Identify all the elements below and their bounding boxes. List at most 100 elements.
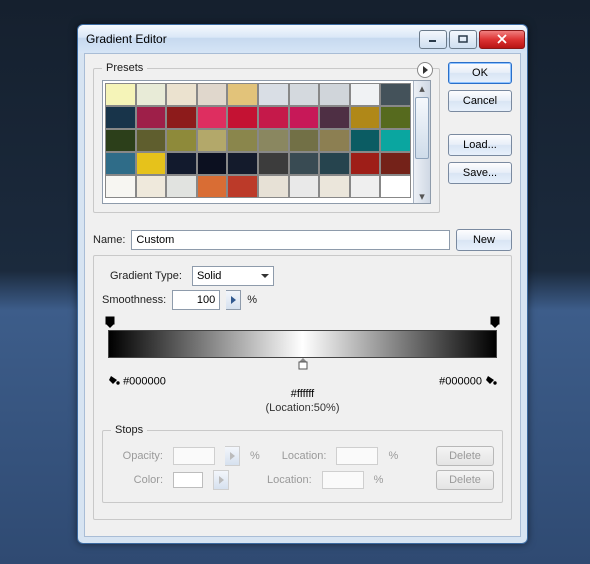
preset-swatch[interactable] [197,175,228,198]
preset-swatch[interactable] [258,175,289,198]
preset-swatch[interactable] [319,129,350,152]
opacity-stops-track[interactable] [102,316,503,330]
preset-swatch[interactable] [197,83,228,106]
preset-swatch[interactable] [227,106,258,129]
preset-swatch[interactable] [350,83,381,106]
preset-swatch[interactable] [197,106,228,129]
right-hex-label: #000000 [439,374,497,389]
preset-swatch[interactable] [380,129,411,152]
preset-swatch[interactable] [105,83,136,106]
delete-color-stop-button: Delete [436,470,494,490]
preset-swatch[interactable] [289,83,320,106]
opacity-label: Opacity: [111,450,163,462]
preset-swatch[interactable] [350,175,381,198]
presets-legend: Presets [102,62,147,74]
preset-swatch[interactable] [258,129,289,152]
preset-swatch[interactable] [136,175,167,198]
preset-swatch[interactable] [166,175,197,198]
preset-swatch[interactable] [319,106,350,129]
preset-swatch[interactable] [380,106,411,129]
preset-swatch[interactable] [166,106,197,129]
preset-swatch[interactable] [136,83,167,106]
color-location-label: Location: [267,474,312,486]
presets-scrollbar[interactable]: ▴ ▾ [413,81,430,203]
gradient-type-select[interactable]: Solid [192,266,274,286]
cancel-button[interactable]: Cancel [448,90,512,112]
preset-swatch[interactable] [289,175,320,198]
color-picker-button [213,470,229,490]
color-location-input [322,471,364,489]
smoothness-unit: % [247,294,257,306]
preset-swatch[interactable] [289,106,320,129]
window-title: Gradient Editor [86,32,417,46]
scroll-up-icon[interactable]: ▴ [414,81,430,95]
preset-swatch[interactable] [289,152,320,175]
preset-swatch[interactable] [136,152,167,175]
preset-swatch[interactable] [319,83,350,106]
preset-swatch[interactable] [197,129,228,152]
close-button[interactable] [479,30,525,49]
preset-swatch[interactable] [350,129,381,152]
preset-swatch[interactable] [166,83,197,106]
gradient-bar[interactable] [108,330,497,358]
titlebar[interactable]: Gradient Editor [78,25,527,53]
name-value: Custom [136,234,174,246]
preset-swatch[interactable] [350,106,381,129]
color-stop-mid[interactable] [298,358,308,373]
preset-swatch[interactable] [350,152,381,175]
preset-swatch[interactable] [227,129,258,152]
preset-swatch[interactable] [380,175,411,198]
opacity-stepper [225,446,240,466]
minimize-button[interactable] [419,30,447,49]
preset-swatch[interactable] [105,175,136,198]
chevron-right-icon [219,476,224,484]
preset-swatch[interactable] [258,83,289,106]
preset-swatch[interactable] [258,106,289,129]
presets-menu-button[interactable] [417,62,433,78]
preset-swatch[interactable] [227,152,258,175]
ok-button[interactable]: OK [448,62,512,84]
opacity-location-label: Location: [282,450,327,462]
maximize-button[interactable] [449,30,477,49]
opacity-stop-right[interactable] [490,316,500,328]
mid-location-label: (Location:50%) [266,402,340,414]
opacity-location-input [336,447,378,465]
preset-swatch[interactable] [380,83,411,106]
color-stops-track[interactable] [102,358,503,372]
preset-swatch[interactable] [166,129,197,152]
save-button[interactable]: Save... [448,162,512,184]
smoothness-stepper[interactable] [226,290,241,310]
preset-swatch[interactable] [105,129,136,152]
chevron-right-icon [231,296,236,304]
preset-swatch[interactable] [227,83,258,106]
preset-swatch[interactable] [105,152,136,175]
chevron-down-icon [261,274,269,278]
gradient-editor-area: #000000 #000000 #ffffff (Location:50%) [102,316,503,402]
preset-swatch[interactable] [289,129,320,152]
opacity-input [173,447,215,465]
new-button[interactable]: New [456,229,512,251]
preset-swatch[interactable] [319,175,350,198]
preset-swatch[interactable] [136,106,167,129]
opacity-stop-left[interactable] [105,316,115,328]
stops-group: Stops Opacity: % Location: % Delete Colo… [102,424,503,503]
preset-swatch[interactable] [197,152,228,175]
color-label: Color: [111,474,163,486]
preset-swatch[interactable] [380,152,411,175]
presets-grid[interactable] [103,81,413,203]
delete-opacity-stop-button: Delete [436,446,494,466]
color-swatch [173,472,203,488]
mid-hex-label: #ffffff [291,388,314,400]
presets-group: Presets ▴ ▾ [93,62,440,213]
smoothness-input[interactable]: 100 [172,290,220,310]
scroll-thumb[interactable] [415,97,429,159]
name-input[interactable]: Custom [131,230,450,250]
preset-swatch[interactable] [227,175,258,198]
preset-swatch[interactable] [105,106,136,129]
preset-swatch[interactable] [166,152,197,175]
preset-swatch[interactable] [136,129,167,152]
preset-swatch[interactable] [258,152,289,175]
load-button[interactable]: Load... [448,134,512,156]
preset-swatch[interactable] [319,152,350,175]
scroll-down-icon[interactable]: ▾ [414,189,430,203]
